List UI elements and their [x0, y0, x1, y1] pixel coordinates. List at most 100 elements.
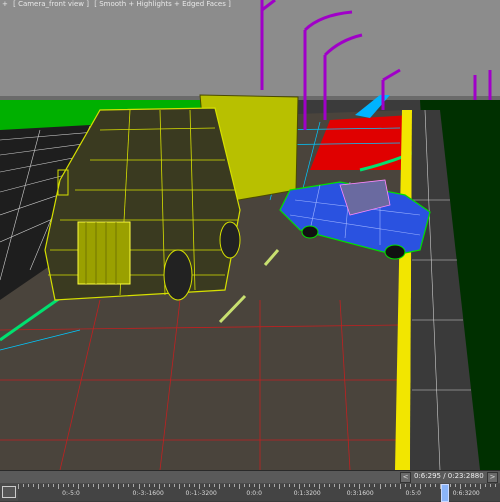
3d-viewport[interactable]: + [ Camera_front view ] [ Smooth + Highl… [0, 0, 500, 470]
timeline-tick [389, 484, 391, 487]
timeline-tick [369, 484, 371, 487]
timeline-tick [454, 484, 456, 487]
timeline-tick [58, 484, 60, 489]
timeline-tick [248, 484, 250, 487]
timeline-tick [88, 484, 90, 487]
timeline-tick [23, 484, 25, 487]
timeline-tick [359, 484, 361, 489]
timeline-tick [223, 484, 225, 487]
timeline-tick [429, 484, 431, 487]
timeline-tick [319, 484, 321, 489]
timeline-tick [394, 484, 396, 487]
timeline-tick [153, 484, 155, 487]
timeline-tick [123, 484, 125, 487]
timeline-tick [198, 484, 200, 489]
timeline-tick [349, 484, 351, 487]
timeline-tick [494, 484, 496, 487]
timeline-tick [489, 484, 491, 487]
timeline-tick [379, 484, 381, 489]
timeline-tick [414, 484, 416, 487]
timeline-tick [324, 484, 326, 487]
timeline-tick [28, 484, 30, 487]
timeline-tick [103, 484, 105, 487]
timeline-tick [93, 484, 95, 487]
timeline-tick [238, 484, 240, 489]
timeline-tick [449, 484, 451, 487]
timeline-tick [108, 484, 110, 487]
timeline-scrubber[interactable] [441, 484, 449, 502]
timeline-tick-label: 0:3:1600 [346, 490, 374, 497]
timeline-mini-curve-icon[interactable] [2, 486, 16, 498]
viewport-menu-plus[interactable]: + [2, 0, 8, 8]
timeline-tick [33, 484, 35, 487]
timeline-tick [98, 484, 100, 489]
timeline-tick [118, 484, 120, 489]
timeline-tick [399, 484, 401, 489]
timeline-tick-label: 0:-3:-1600 [132, 490, 164, 497]
timeline-ruler[interactable]: 0:-5:0 0:-3:-1600 0:-1:-3200 0:0:0 0:1:3200 0… [18, 484, 500, 501]
timeline-tick [38, 484, 40, 489]
timeline-tick [299, 484, 301, 489]
timeline-tick [143, 484, 145, 487]
timeline-tick [128, 484, 130, 487]
timeline-tick [374, 484, 376, 487]
timeline-tick [419, 484, 421, 489]
timeline-tick [459, 484, 461, 489]
timeline-tick [344, 484, 346, 487]
timeline-tick [18, 484, 19, 489]
timeline-frame-readout: 0:6:295 / 0:23:2880 [414, 472, 484, 480]
timeline-tick [188, 484, 190, 487]
timeline-tick [53, 484, 55, 487]
sky [0, 0, 500, 100]
timeline-tick [203, 484, 205, 487]
timeline-tick [354, 484, 356, 487]
timeline-tick [279, 484, 281, 489]
timeline-tick [218, 484, 220, 489]
timeline-tick [329, 484, 331, 487]
timeline-prev-button[interactable]: < [400, 472, 411, 483]
timeline-tick [213, 484, 215, 487]
timeline-tick [78, 484, 80, 489]
timeline-tick [294, 484, 296, 487]
timeline-tick [264, 484, 266, 487]
timeline-tick [384, 484, 386, 487]
timeline-tick [479, 484, 481, 489]
timeline-tick [259, 484, 260, 489]
timeline-tick [43, 484, 45, 487]
viewport-camera-label[interactable]: [ Camera_front view ] [13, 0, 89, 8]
timeline-tick [178, 484, 180, 489]
timeline-tick [228, 484, 230, 487]
timeline-tick-label: 0:0:0 [246, 490, 262, 497]
timeline-tick [173, 484, 175, 487]
timeline-tick [113, 484, 115, 487]
timeline-panel: < 0:6:295 / 0:23:2880 > 0:-5:0 0:-3:-1600… [0, 470, 500, 502]
viewport-shading-label[interactable]: [ Smooth + Highlights + Edged Faces ] [94, 0, 231, 8]
timeline-tick [253, 484, 255, 487]
timeline-tick [63, 484, 65, 487]
timeline-tick [314, 484, 316, 487]
timeline-tick [409, 484, 411, 487]
timeline-tick [339, 484, 341, 489]
timeline-tick [193, 484, 195, 487]
timeline-tick [183, 484, 185, 487]
viewport-label[interactable]: + [ Camera_front view ] [ Smooth + Highl… [2, 0, 234, 8]
viewport-scene [0, 0, 500, 470]
timeline-tick [133, 484, 135, 487]
timeline-tick [404, 484, 406, 487]
timeline-tick-label: 0:-5:0 [62, 490, 80, 497]
timeline-tick [269, 484, 271, 487]
timeline-tick [274, 484, 276, 487]
timeline-tick [284, 484, 286, 487]
timeline-tick [148, 484, 150, 487]
timeline-tick [83, 484, 85, 487]
timeline-tick [208, 484, 210, 487]
timeline-tick [334, 484, 336, 487]
timeline-tick [309, 484, 311, 487]
timeline-next-button[interactable]: > [487, 472, 498, 483]
timeline-slider-bar[interactable]: < 0:6:295 / 0:23:2880 > [0, 471, 500, 483]
timeline-tick [304, 484, 306, 487]
timeline-tick [243, 484, 245, 487]
timeline-tick [484, 484, 486, 487]
timeline-tick [464, 484, 466, 487]
timeline-tick [68, 484, 70, 487]
